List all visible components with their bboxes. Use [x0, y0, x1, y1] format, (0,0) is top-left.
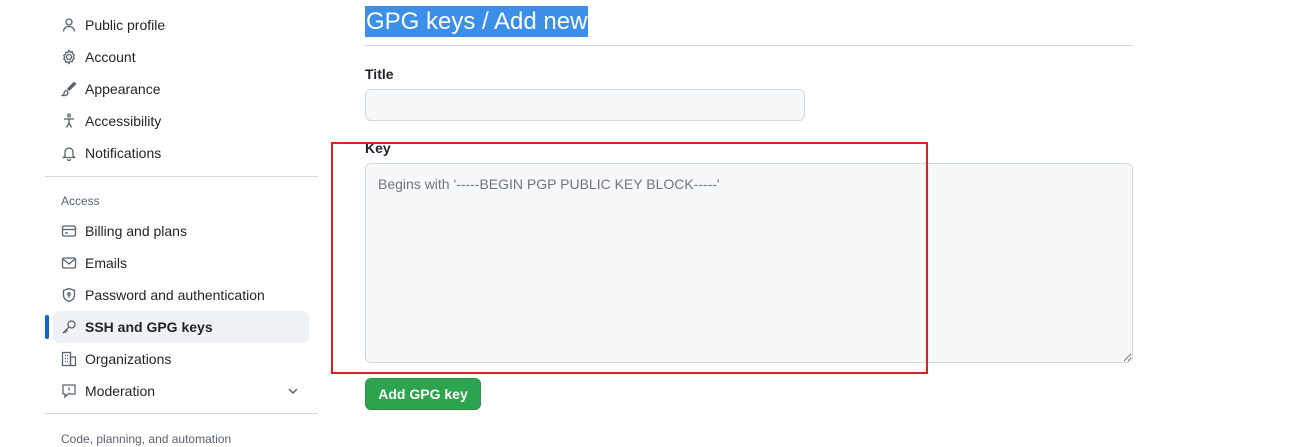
sidebar-item-moderation[interactable]: Moderation — [53, 375, 309, 407]
bell-icon — [61, 145, 77, 161]
sidebar-item-label: Appearance — [85, 81, 161, 97]
sidebar-item-label: Accessibility — [85, 113, 162, 129]
add-gpg-key-button[interactable]: Add GPG key — [365, 378, 481, 410]
sidebar-section-heading-access: Access — [61, 194, 100, 208]
sidebar-item-label: Notifications — [85, 145, 162, 161]
title-field-label: Title — [365, 66, 394, 82]
sidebar-item-label: Billing and plans — [85, 223, 187, 239]
sidebar-item-label: Emails — [85, 255, 128, 271]
paintbrush-icon — [61, 81, 77, 97]
sidebar-divider — [45, 176, 318, 177]
sidebar-item-label: Password and authentication — [85, 287, 265, 303]
sidebar-item-label: Organizations — [85, 351, 172, 367]
sidebar-item-billing[interactable]: Billing and plans — [53, 215, 309, 247]
sidebar-item-label: SSH and GPG keys — [85, 319, 213, 335]
sidebar-item-label: Account — [85, 49, 136, 65]
page-title: GPG keys / Add new — [365, 6, 589, 37]
sidebar-section-heading-code: Code, planning, and automation — [61, 432, 232, 446]
sidebar-item-emails[interactable]: Emails — [53, 247, 309, 279]
sidebar-item-account[interactable]: Account — [53, 41, 309, 73]
sidebar-item-organizations[interactable]: Organizations — [53, 343, 309, 375]
credit-card-icon — [61, 223, 77, 239]
sidebar-item-label: Moderation — [85, 383, 156, 399]
title-input[interactable] — [365, 89, 805, 121]
sidebar-item-accessibility[interactable]: Accessibility — [53, 105, 309, 137]
sidebar-item-public-profile[interactable]: Public profile — [53, 9, 309, 41]
sidebar-item-password-authentication[interactable]: Password and authentication — [53, 279, 309, 311]
sidebar-item-label: Public profile — [85, 17, 166, 33]
mail-icon — [61, 255, 77, 271]
chevron-down-icon[interactable] — [285, 383, 301, 399]
active-indicator — [45, 315, 49, 339]
report-icon — [61, 383, 77, 399]
shield-lock-icon — [61, 287, 77, 303]
title-divider — [365, 45, 1133, 46]
key-textarea[interactable] — [365, 163, 1133, 363]
organization-icon — [61, 351, 77, 367]
key-icon — [61, 319, 77, 335]
main-content: GPG keys / Add new Title Key Add GPG key — [365, 0, 1133, 447]
person-icon — [61, 17, 77, 33]
gear-icon — [61, 49, 77, 65]
key-field-label: Key — [365, 140, 391, 156]
accessibility-icon — [61, 113, 77, 129]
sidebar-divider — [45, 413, 318, 414]
sidebar-item-notifications[interactable]: Notifications — [53, 137, 309, 169]
settings-sidebar: Public profile Account Appearance Access… — [45, 0, 318, 447]
sidebar-item-ssh-gpg-keys[interactable]: SSH and GPG keys — [45, 311, 309, 343]
sidebar-item-appearance[interactable]: Appearance — [53, 73, 309, 105]
